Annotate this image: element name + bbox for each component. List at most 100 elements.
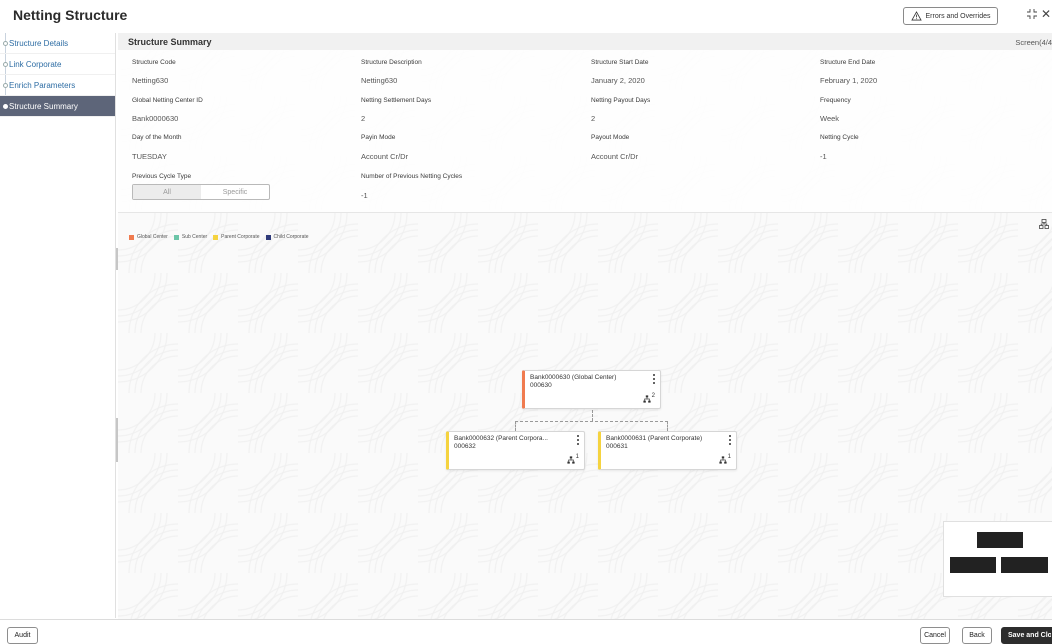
- sidebar-item-label: Link Corporate: [9, 59, 62, 69]
- tree-node-parent-corporate[interactable]: Bank0000631 (Parent Corporate) 000631 1: [598, 431, 737, 470]
- netting-settlement-days-value: 2: [361, 114, 366, 123]
- payin-mode-label: Payin Mode: [361, 134, 396, 141]
- tree-connector: [515, 421, 668, 422]
- node-children-count[interactable]: 1: [719, 454, 731, 464]
- footer: Audit Cancel Back Save and Clos: [0, 619, 1052, 644]
- children-count: 1: [727, 454, 731, 460]
- structure-code-label: Structure Code: [132, 59, 176, 66]
- tree-minimap[interactable]: [943, 521, 1052, 597]
- node-name: Bank0000631 (Parent Corporate): [606, 435, 703, 442]
- tree-connector: [667, 421, 668, 431]
- sidebar-item-label: Structure Summary: [9, 101, 78, 111]
- legend-swatch: [173, 234, 179, 240]
- payout-mode-label: Payout Mode: [591, 134, 630, 141]
- sidebar-nav: Structure Details Link Corporate Enrich …: [0, 33, 116, 618]
- children-count: 1: [575, 454, 579, 460]
- structure-description-label: Structure Description: [361, 59, 422, 66]
- back-button[interactable]: Back: [962, 627, 992, 644]
- step-dot-icon: [3, 40, 8, 46]
- netting-payout-days-value: 2: [591, 114, 596, 123]
- close-icon[interactable]: ✕: [1041, 7, 1051, 21]
- errors-and-overrides-label: Errors and Overrides: [925, 12, 991, 20]
- minimap-node: [977, 532, 1023, 548]
- global-netting-center-id-label: Global Netting Center ID: [132, 97, 203, 104]
- hierarchy-icon: [567, 456, 575, 464]
- tree-node-global-center[interactable]: Bank0000630 (Global Center) 000630 2: [522, 370, 661, 409]
- save-and-close-button[interactable]: Save and Clos: [1001, 627, 1052, 644]
- step-dot-icon: [3, 82, 8, 88]
- cycle-option-specific[interactable]: Specific: [201, 185, 269, 199]
- children-count: 2: [651, 393, 655, 399]
- kebab-menu-icon[interactable]: [652, 373, 656, 385]
- legend-label: Sub Center: [181, 234, 208, 240]
- structure-start-date-value: January 2, 2020: [591, 76, 645, 85]
- minimap-node: [950, 557, 996, 573]
- warning-icon: [910, 11, 922, 21]
- step-dot-icon: [3, 61, 8, 67]
- kebab-menu-icon[interactable]: [728, 434, 732, 446]
- errors-and-overrides-button[interactable]: Errors and Overrides: [903, 7, 998, 25]
- legend-swatch: [213, 234, 219, 240]
- legend-label: Parent Corporate: [221, 234, 260, 240]
- node-code: 000630: [530, 382, 552, 389]
- hierarchy-icon: [643, 395, 651, 403]
- payin-mode-value: Account Cr/Dr: [361, 152, 409, 161]
- screen-indicator: Screen(4/4: [1015, 38, 1052, 47]
- sidebar-item-structure-summary[interactable]: Structure Summary: [0, 96, 115, 117]
- structure-code-value: Netting630: [132, 76, 169, 85]
- cancel-button[interactable]: Cancel: [920, 627, 950, 644]
- sidebar-item-link-corporate[interactable]: Link Corporate: [0, 54, 115, 75]
- tree-node-parent-corporate[interactable]: Bank0000632 (Parent Corpora... 000632 1: [446, 431, 585, 470]
- hierarchy-icon: [719, 456, 727, 464]
- node-name: Bank0000632 (Parent Corpora...: [454, 435, 548, 442]
- day-of-month-label: Day of the Month: [132, 134, 182, 141]
- page-header: Netting Structure Errors and Overrides ✕: [0, 0, 1052, 30]
- frequency-label: Frequency: [820, 97, 851, 104]
- node-children-count[interactable]: 1: [567, 454, 579, 464]
- netting-payout-days-label: Netting Payout Days: [591, 97, 651, 104]
- legend-label: Child Corporate: [273, 234, 309, 240]
- day-of-month-value: TUESDAY: [132, 152, 167, 161]
- tree-connector: [515, 421, 516, 431]
- previous-cycle-type-label: Previous Cycle Type: [132, 173, 192, 180]
- legend-item-global-center: Global Center: [129, 234, 168, 240]
- page-title: Netting Structure: [13, 7, 128, 23]
- legend-swatch: [129, 234, 134, 240]
- structure-summary-panel: Structure Summary Screen(4/4 Structure C…: [118, 33, 1052, 213]
- expand-icon[interactable]: [1027, 9, 1037, 19]
- kebab-menu-icon[interactable]: [576, 434, 580, 446]
- frequency-value: Week: [820, 114, 840, 123]
- structure-description-value: Netting630: [361, 76, 398, 85]
- payout-mode-value: Account Cr/Dr: [591, 152, 639, 161]
- previous-netting-cycles-label: Number of Previous Netting Cycles: [361, 173, 463, 180]
- sidebar-item-label: Enrich Parameters: [9, 80, 76, 90]
- legend-swatch: [265, 234, 271, 240]
- summary-header: Structure Summary Screen(4/4: [118, 33, 1052, 50]
- legend-item-parent-corporate: Parent Corporate: [213, 234, 260, 240]
- legend-item-child-corporate: Child Corporate: [265, 234, 309, 240]
- main-content: Structure Summary Screen(4/4 Structure C…: [118, 33, 1052, 619]
- sidebar-item-structure-details[interactable]: Structure Details: [0, 33, 115, 54]
- legend: Global Center Sub Center Parent Corporat…: [129, 234, 311, 240]
- cycle-option-all[interactable]: All: [133, 185, 201, 199]
- sidebar-item-label: Structure Details: [9, 38, 69, 48]
- audit-button[interactable]: Audit: [7, 627, 38, 644]
- structure-start-date-label: Structure Start Date: [591, 59, 649, 66]
- sidebar-item-enrich-parameters[interactable]: Enrich Parameters: [0, 75, 115, 96]
- node-code: 000631: [606, 443, 628, 450]
- step-dot-icon: [3, 103, 8, 109]
- hierarchy-view-icon[interactable]: [1039, 219, 1049, 229]
- legend-label: Global Center: [137, 234, 168, 240]
- node-children-count[interactable]: 2: [643, 393, 655, 403]
- netting-settlement-days-label: Netting Settlement Days: [361, 97, 432, 104]
- structure-end-date-value: February 1, 2020: [820, 76, 878, 85]
- structure-end-date-label: Structure End Date: [820, 59, 876, 66]
- minimap-node: [1001, 557, 1048, 573]
- global-netting-center-id-value: Bank0000630: [132, 114, 179, 123]
- tree-connector: [592, 410, 593, 421]
- legend-item-sub-center: Sub Center: [173, 234, 208, 240]
- previous-cycle-type-toggle: All Specific: [132, 184, 270, 200]
- netting-cycle-label: Netting Cycle: [820, 134, 859, 141]
- node-code: 000632: [454, 443, 476, 450]
- node-name: Bank0000630 (Global Center): [530, 374, 617, 381]
